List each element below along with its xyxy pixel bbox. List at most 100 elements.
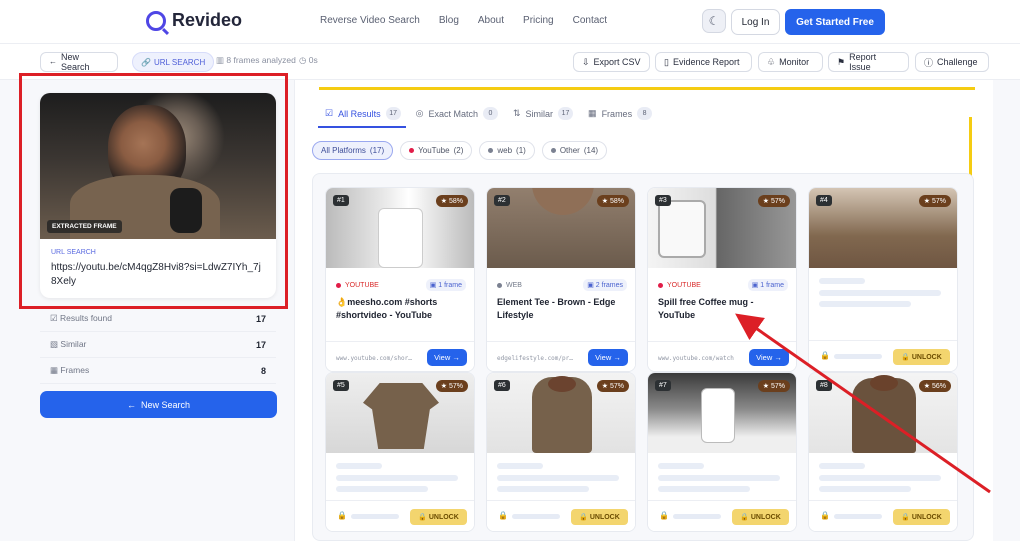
tab-exact-match[interactable]: ◎ Exact Match 0 [416, 107, 498, 120]
swap-icon: ⇅ [512, 108, 521, 118]
view-button[interactable]: View → [427, 349, 467, 366]
link-icon: 🔗 [141, 57, 151, 67]
youtube-platform: YOUTUBE [658, 282, 701, 289]
match-score: ★ 57% [596, 380, 629, 392]
unlock-button[interactable]: 🔒 UNLOCK [571, 509, 628, 525]
challenge-button[interactable]: ⓘ Challenge [915, 52, 989, 72]
export-csv-button[interactable]: ⇩ Export CSV [573, 52, 650, 72]
tab-all-results[interactable]: ☑ All Results 17 [325, 107, 401, 120]
brand-logo[interactable]: Revideo [146, 10, 242, 31]
arrow-left-icon: ← [126, 399, 136, 410]
nav-pricing[interactable]: Pricing [523, 15, 554, 26]
filter-label: All Platforms [321, 146, 366, 155]
result-card[interactable]: #1 ★ 58% YOUTUBE ▣ 1 frame 👌meesho.com #sh… [325, 187, 475, 372]
document-icon: ▯ [664, 56, 669, 67]
youtube-dot-icon [409, 148, 415, 153]
locked-result-card[interactable]: #7 ★ 57% 🔒 🔒 UNLOCK [647, 372, 797, 532]
filter-count: (2) [453, 146, 464, 155]
image-icon: ▧ Similar [50, 339, 87, 349]
frames-icon: ▥ [216, 55, 225, 65]
match-score: ★ 57% [435, 380, 468, 392]
locked-result-card[interactable]: #4 ★ 57% 🔒 🔒 UNLOCK [808, 187, 958, 372]
sidebar-new-search-button[interactable]: ← New Search [40, 391, 277, 418]
lock-footer: 🔒 🔒 UNLOCK [326, 500, 474, 531]
stat-label: Frames [60, 365, 90, 375]
filter-web[interactable]: web (1) [479, 141, 535, 160]
nav-contact[interactable]: Contact [573, 15, 607, 26]
login-button[interactable]: Log In [731, 9, 780, 35]
get-started-button[interactable]: Get Started Free [785, 9, 885, 35]
nav-reverse-video-search[interactable]: Reverse Video Search [320, 15, 420, 26]
lock-icon: 🔒 [820, 351, 830, 360]
elapsed-time-text: 0s [308, 55, 318, 65]
filter-other[interactable]: Other (14) [541, 141, 608, 160]
tab-label: Frames [601, 108, 633, 119]
other-dot-icon [550, 148, 556, 153]
similar-stat: ▧ Similar 17 [40, 332, 276, 358]
frames-analyzed-text: 8 frames analyzed [226, 55, 296, 65]
url-search-pill: 🔗 URL SEARCH [132, 52, 215, 72]
youtube-platform: YOUTUBE [336, 282, 379, 289]
unlock-button[interactable]: 🔒 UNLOCK [410, 509, 467, 525]
locked-result-card[interactable]: #6 ★ 57% 🔒 🔒 UNLOCK [486, 372, 636, 532]
tab-label: All Results [338, 108, 381, 119]
tab-frames[interactable]: ▦ Frames 8 [588, 107, 653, 120]
tab-count: 0 [482, 107, 498, 120]
monitor-label: Monitor [779, 57, 810, 67]
result-title[interactable]: 👌meesho.com #shorts #shortvideo - YouTub… [336, 296, 468, 322]
placeholder-line [497, 486, 589, 492]
report-issue-button[interactable]: ⚑ Report Issue [828, 52, 909, 72]
placeholder-line [819, 475, 941, 481]
brand-name: Revideo [172, 10, 243, 30]
lock-footer: 🔒 🔒 UNLOCK [487, 500, 635, 531]
evidence-report-label: Evidence Report [672, 57, 740, 67]
result-rank: #6 [494, 380, 510, 391]
nav-about[interactable]: About [478, 15, 504, 26]
locked-source-placeholder [512, 514, 560, 519]
frames-analyzed: ▥ 8 frames analyzed [216, 55, 296, 66]
result-card[interactable]: #2 ★ 58% WEB ▣ 2 frames Element Tee - Brow… [486, 187, 636, 372]
evidence-report-button[interactable]: ▯ Evidence Report [655, 52, 752, 72]
tshirt-image [363, 383, 439, 449]
locked-result-card[interactable]: #8 ★ 56% 🔒 🔒 UNLOCK [808, 372, 958, 532]
tab-count: 17 [385, 107, 401, 120]
monitor-button[interactable]: ♧ Monitor [758, 52, 823, 72]
placeholder-line [819, 278, 865, 284]
unlock-button[interactable]: 🔒 UNLOCK [732, 509, 789, 525]
view-button[interactable]: View → [588, 349, 628, 366]
nav-blog[interactable]: Blog [439, 15, 459, 26]
report-issue-label: Report Issue [849, 52, 877, 72]
info-icon: ⓘ [924, 57, 934, 68]
new-search-button[interactable]: ← New Search [40, 52, 118, 72]
elapsed-time: ◷ 0s [299, 55, 318, 66]
placeholder-line [497, 463, 543, 469]
unlock-button[interactable]: 🔒 UNLOCK [893, 349, 950, 365]
tab-similar[interactable]: ⇅ Similar 17 [512, 107, 574, 120]
result-meta: YOUTUBE ▣ 1 frame [336, 279, 466, 291]
mug-image [658, 200, 706, 258]
filter-count: (1) [516, 146, 526, 155]
lock-icon: 🔒 [659, 511, 669, 520]
result-footer: edgelifestyle.com/pr… View → [487, 341, 635, 371]
result-title[interactable]: Spill free Coffee mug - YouTube [658, 296, 790, 322]
unlock-button[interactable]: 🔒 UNLOCK [893, 509, 950, 525]
locked-source-placeholder [834, 354, 882, 359]
filter-youtube[interactable]: YouTube (2) [400, 141, 473, 160]
lock-footer: 🔒 🔒 UNLOCK [809, 340, 957, 371]
search-logo-icon [146, 10, 166, 31]
filter-all-platforms[interactable]: All Platforms (17) [312, 141, 394, 160]
result-rank: #4 [816, 195, 832, 206]
stat-value: 8 [260, 365, 266, 376]
placeholder-line [497, 475, 619, 481]
locked-result-card[interactable]: #5 ★ 57% 🔒 🔒 UNLOCK [325, 372, 475, 532]
red-highlight-box [19, 73, 288, 309]
view-button[interactable]: View → [749, 349, 789, 366]
placeholder-line [819, 290, 941, 296]
lock-icon: 🔒 [820, 511, 830, 520]
filter-label: web [497, 146, 513, 155]
lock-icon: 🔒 [498, 511, 508, 520]
theme-toggle-button[interactable]: ☾ [702, 9, 726, 33]
result-title[interactable]: Element Tee - Brown - Edge Lifestyle [497, 296, 629, 322]
result-card[interactable]: #3 ★ 57% YOUTUBE ▣ 1 frame Spill free Coff… [647, 187, 797, 372]
result-footer: www.youtube.com/shor… View → [326, 341, 474, 371]
